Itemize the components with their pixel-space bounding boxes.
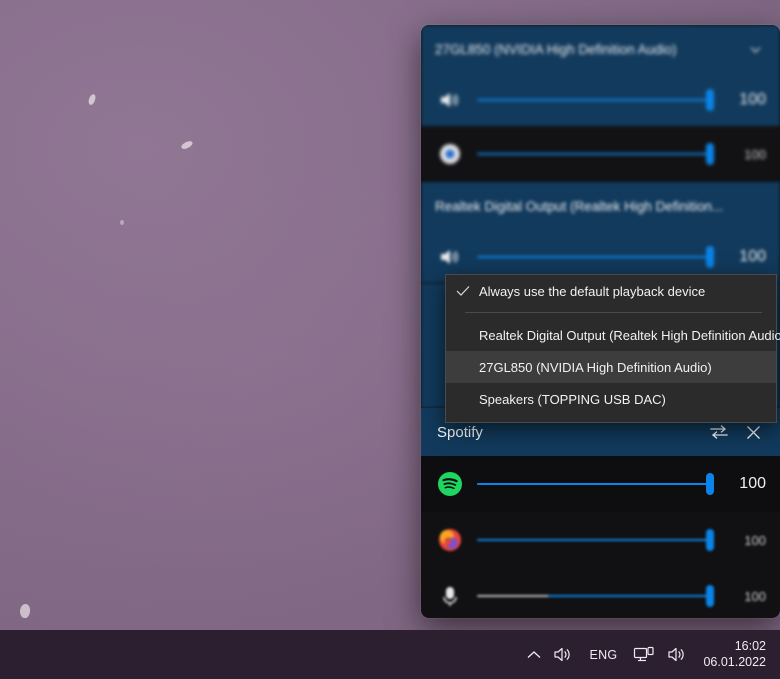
wallpaper-speck xyxy=(19,603,31,619)
slider-thumb[interactable] xyxy=(706,529,714,551)
language-indicator[interactable]: ENG xyxy=(579,630,627,679)
wallpaper-speck xyxy=(87,93,97,106)
spotify-slider-row[interactable]: 100 xyxy=(421,456,780,512)
speaker-icon[interactable] xyxy=(435,85,465,115)
menu-item-label: Speakers (TOPPING USB DAC) xyxy=(479,391,666,407)
slider-fill xyxy=(477,255,714,258)
device-header-realtek[interactable]: Realtek Digital Output (Realtek High Def… xyxy=(421,182,780,230)
volume-value: 100 xyxy=(744,146,766,162)
volume-slider-nvidia[interactable] xyxy=(477,85,714,115)
menu-item-realtek-digital-output[interactable]: Realtek Digital Output (Realtek High Def… xyxy=(446,319,780,351)
check-icon xyxy=(446,285,479,297)
device-title: Realtek Digital Output (Realtek High Def… xyxy=(435,198,724,214)
show-hidden-icons-button[interactable] xyxy=(521,630,547,679)
playback-device-menu[interactable]: Always use the default playback device R… xyxy=(445,274,780,423)
network-icon[interactable] xyxy=(627,630,661,679)
tray-volume-icon[interactable] xyxy=(547,630,579,679)
slider-thumb[interactable] xyxy=(706,143,714,165)
spotify-icon[interactable] xyxy=(435,469,465,499)
spotify-volume-slider[interactable] xyxy=(477,469,714,499)
app-slider-row-chrome[interactable]: 100 xyxy=(421,126,780,182)
device-group-nvidia[interactable]: 27GL850 (NVIDIA High Definition Audio) 1… xyxy=(421,25,780,182)
slider-thumb[interactable] xyxy=(706,245,714,268)
volume-value: 100 xyxy=(739,475,766,492)
spotify-title: Spotify xyxy=(437,423,483,441)
app-volume-slider-chrome[interactable] xyxy=(477,139,714,169)
volume-value: 100 xyxy=(739,247,766,265)
app-slider-row-microphone[interactable]: 100 xyxy=(421,568,780,618)
chrome-icon[interactable] xyxy=(435,139,465,169)
chevron-down-icon[interactable] xyxy=(744,38,766,60)
microphone-icon[interactable] xyxy=(435,581,465,611)
device-group-realtek[interactable]: Realtek Digital Output (Realtek High Def… xyxy=(421,182,780,283)
menu-item-topping-usb-dac[interactable]: Speakers (TOPPING USB DAC) xyxy=(446,383,776,415)
extra-app-rows: 100 100 xyxy=(421,512,780,618)
taskbar: ENG 16:02 06.01.2022 xyxy=(0,630,780,679)
volume-value: 100 xyxy=(744,532,766,548)
menu-item-27gl850-nvidia[interactable]: 27GL850 (NVIDIA High Definition Audio) xyxy=(446,351,776,383)
device-header-nvidia[interactable]: 27GL850 (NVIDIA High Definition Audio) xyxy=(421,25,780,73)
device-master-slider-row-nvidia[interactable]: 100 xyxy=(421,73,780,126)
volume-value: 100 xyxy=(744,588,766,604)
app-volume-slider-microphone[interactable] xyxy=(477,581,714,611)
app-group-spotify[interactable]: Spotify 100 xyxy=(421,408,780,512)
menu-item-label: Always use the default playback device xyxy=(479,283,706,299)
firefox-icon[interactable] xyxy=(435,525,465,555)
slider-fill xyxy=(477,539,714,541)
device-title: 27GL850 (NVIDIA High Definition Audio) xyxy=(435,41,677,57)
menu-item-label: Realtek Digital Output (Realtek High Def… xyxy=(479,327,780,343)
slider-thumb[interactable] xyxy=(706,88,714,111)
app-volume-slider-firefox[interactable] xyxy=(477,525,714,555)
wallpaper-speck xyxy=(120,220,124,225)
clock-time: 16:02 xyxy=(734,639,766,654)
menu-item-label: 27GL850 (NVIDIA High Definition Audio) xyxy=(479,359,712,375)
slider-fill xyxy=(477,483,714,485)
tray-speaker-icon[interactable] xyxy=(661,630,693,679)
wallpaper-speck xyxy=(180,139,194,151)
clock-date: 06.01.2022 xyxy=(703,654,766,669)
menu-separator xyxy=(465,312,762,313)
slider-thumb[interactable] xyxy=(706,585,714,607)
volume-value: 100 xyxy=(739,90,766,108)
app-slider-row-firefox[interactable]: 100 xyxy=(421,512,780,568)
menu-item-always-default[interactable]: Always use the default playback device xyxy=(446,275,776,307)
volume-slider-realtek[interactable] xyxy=(477,242,714,272)
slider-fill xyxy=(548,595,714,597)
clock[interactable]: 16:02 06.01.2022 xyxy=(693,630,780,679)
slider-fill xyxy=(477,153,714,155)
slider-thumb[interactable] xyxy=(706,473,714,495)
speaker-icon[interactable] xyxy=(435,242,465,272)
slider-fill xyxy=(477,98,714,101)
